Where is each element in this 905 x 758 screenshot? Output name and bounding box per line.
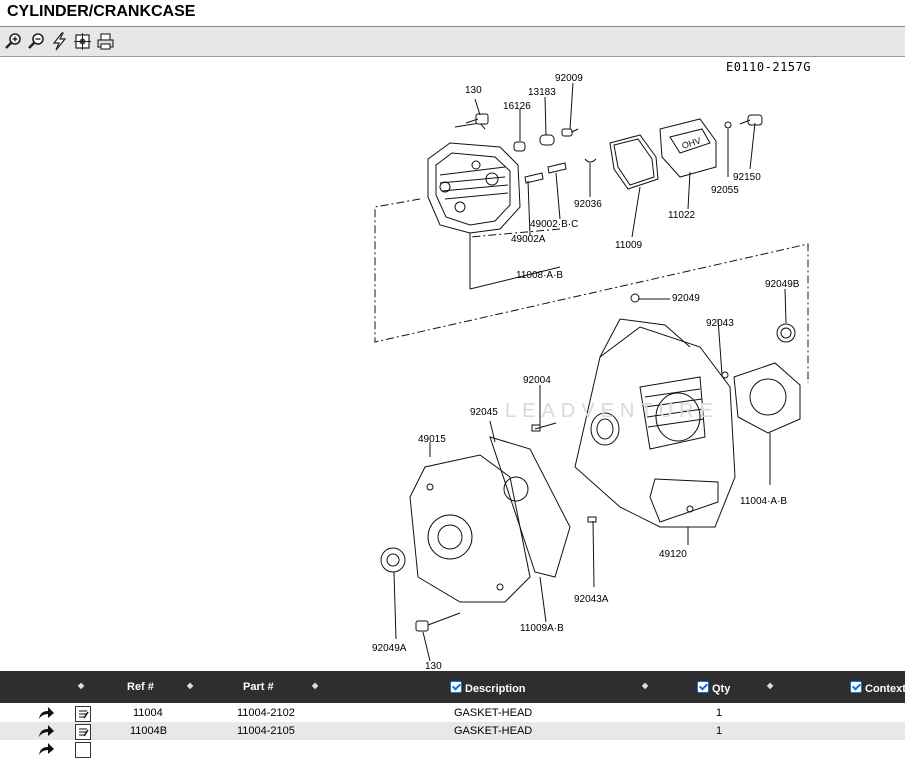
callout-11022[interactable]: 11022 bbox=[668, 210, 695, 221]
column-context[interactable]: Context bbox=[850, 681, 905, 695]
callout-49120[interactable]: 49120 bbox=[659, 549, 687, 560]
callout-16126[interactable]: 16126 bbox=[503, 101, 531, 112]
table-row[interactable]: 11004 11004-2102 GASKET-HEAD 1 bbox=[0, 704, 905, 722]
callout-92055[interactable]: 92055 bbox=[711, 185, 739, 196]
sort-icon[interactable]: ◆ bbox=[642, 681, 648, 690]
callout-92049b[interactable]: 92049B bbox=[765, 279, 799, 290]
sort-icon[interactable]: ◆ bbox=[78, 681, 84, 690]
table-row[interactable]: 11004B 11004-2105 GASKET-HEAD 1 bbox=[0, 722, 905, 740]
context-checkbox[interactable] bbox=[850, 681, 862, 693]
parts-diagram[interactable]: E0110-2157G OHV LEADVENTURE 130 92009 13… bbox=[0, 57, 905, 671]
title-bar: CYLINDER/CRANKCASE bbox=[0, 0, 905, 27]
column-qty-label: Qty bbox=[712, 683, 731, 695]
exploded-view-drawing: OHV bbox=[374, 82, 809, 662]
notes-icon[interactable] bbox=[75, 724, 91, 740]
page-title: CYLINDER/CRANKCASE bbox=[7, 3, 196, 20]
callout-92150[interactable]: 92150 bbox=[733, 172, 761, 183]
callout-13183[interactable]: 13183 bbox=[528, 87, 556, 98]
cell-ref: 11004 bbox=[133, 707, 163, 719]
callout-130-bottom[interactable]: 130 bbox=[425, 661, 442, 671]
sort-icon[interactable]: ◆ bbox=[312, 681, 318, 690]
callout-92009[interactable]: 92009 bbox=[555, 73, 583, 84]
cell-ref: 11004B bbox=[130, 725, 168, 737]
callout-130-top[interactable]: 130 bbox=[465, 85, 482, 96]
notes-icon[interactable] bbox=[75, 742, 91, 758]
share-arrow-icon[interactable] bbox=[37, 723, 55, 739]
callout-49015[interactable]: 49015 bbox=[418, 434, 446, 445]
callout-11009a-b[interactable]: 11009A·B bbox=[520, 623, 564, 634]
column-description[interactable]: Description bbox=[450, 681, 526, 695]
sort-icon[interactable]: ◆ bbox=[767, 681, 773, 690]
print-icon[interactable] bbox=[96, 32, 115, 51]
callout-11004-a-b[interactable]: 11004·A·B bbox=[740, 496, 787, 507]
zoom-out-icon[interactable] bbox=[27, 32, 46, 51]
callout-92045[interactable]: 92045 bbox=[470, 407, 498, 418]
column-description-label: Description bbox=[465, 683, 526, 695]
cell-part: 11004-2102 bbox=[237, 707, 295, 719]
callout-11009[interactable]: 11009 bbox=[615, 240, 642, 251]
cell-qty: 1 bbox=[716, 725, 723, 737]
qty-checkbox[interactable] bbox=[697, 681, 709, 693]
share-arrow-icon[interactable] bbox=[37, 705, 55, 721]
watermark: LEADVENTURE bbox=[505, 400, 719, 422]
column-context-label: Context bbox=[865, 683, 905, 695]
callout-49002-b-c[interactable]: 49002·B·C bbox=[530, 219, 578, 230]
callout-92049[interactable]: 92049 bbox=[672, 293, 700, 304]
toolbar bbox=[0, 27, 905, 57]
callout-92043[interactable]: 92043 bbox=[706, 318, 734, 329]
lightning-icon[interactable] bbox=[50, 32, 69, 51]
callout-92036[interactable]: 92036 bbox=[574, 199, 602, 210]
callout-11008-a-b[interactable]: 11008·A·B bbox=[516, 270, 563, 281]
cell-description: GASKET-HEAD bbox=[454, 707, 533, 719]
cell-part: 11004-2105 bbox=[237, 725, 295, 737]
share-arrow-icon[interactable] bbox=[37, 741, 55, 757]
sort-icon[interactable]: ◆ bbox=[187, 681, 193, 690]
zoom-in-icon[interactable] bbox=[4, 32, 23, 51]
notes-icon[interactable] bbox=[75, 706, 91, 722]
parts-table-header: ◆ Ref # ◆ Part # ◆ Description ◆ Qty ◆ C… bbox=[0, 671, 905, 703]
description-checkbox[interactable] bbox=[450, 681, 462, 693]
callout-92049a[interactable]: 92049A bbox=[372, 643, 406, 654]
column-qty[interactable]: Qty bbox=[697, 681, 730, 695]
cell-qty: 1 bbox=[716, 707, 723, 719]
column-ref[interactable]: Ref # bbox=[127, 681, 154, 693]
callout-92004[interactable]: 92004 bbox=[523, 375, 551, 386]
column-part[interactable]: Part # bbox=[243, 681, 274, 693]
fit-icon[interactable] bbox=[73, 32, 92, 51]
callout-49002a[interactable]: 49002A bbox=[511, 234, 545, 245]
callout-92043a[interactable]: 92043A bbox=[574, 594, 608, 605]
cell-description: GASKET-HEAD bbox=[454, 725, 533, 737]
